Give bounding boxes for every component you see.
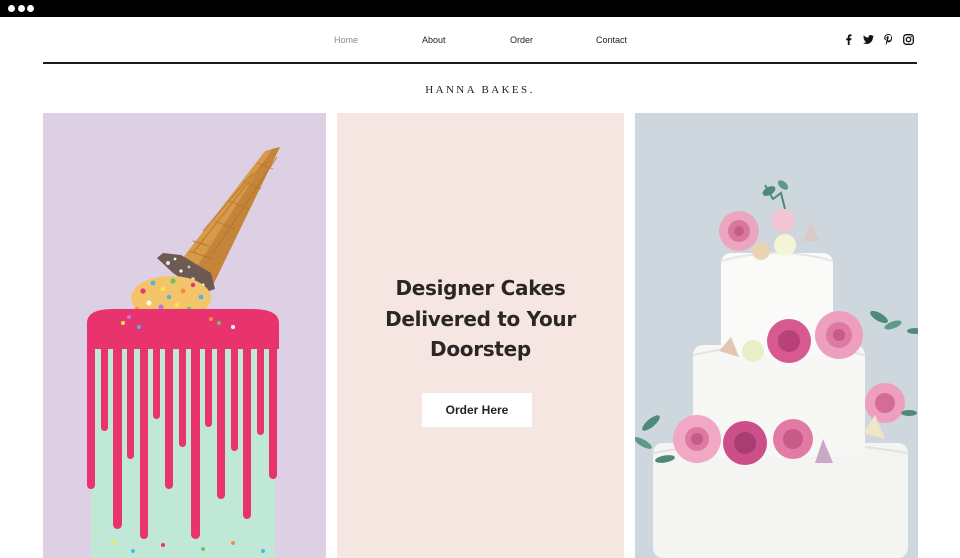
hero-panel: Designer Cakes Delivered to Your Doorste…	[337, 113, 624, 558]
nav-link-about[interactable]: About	[422, 35, 446, 45]
hero-headline-line: Designer Cakes	[395, 276, 566, 300]
hero-headline: Designer Cakes Delivered to Your Doorste…	[337, 273, 624, 365]
order-here-button[interactable]: Order Here	[422, 393, 532, 427]
window-dot-icon	[18, 5, 25, 12]
header-divider	[43, 62, 917, 64]
nav-link-home[interactable]: Home	[334, 35, 358, 45]
hero-headline-line: Doorstep	[430, 337, 531, 361]
tiered-cake-image	[635, 113, 918, 558]
window-dot-icon	[27, 5, 34, 12]
tiered-cake-illustration	[635, 180, 918, 558]
drip-cake-illustration	[87, 147, 280, 558]
nav-link-contact[interactable]: Contact	[596, 35, 627, 45]
nav-link-order[interactable]: Order	[510, 35, 533, 45]
social-links	[843, 34, 914, 45]
twitter-icon[interactable]	[863, 34, 874, 45]
facebook-icon[interactable]	[843, 34, 854, 45]
window-dot-icon	[8, 5, 15, 12]
drip-cake-image	[43, 113, 326, 558]
window-titlebar	[0, 0, 960, 17]
pinterest-icon[interactable]	[883, 34, 894, 45]
brand-name: HANNA BAKES.	[425, 84, 535, 96]
hero-headline-line: Delivered to Your	[385, 306, 576, 331]
top-navigation: Home About Order Contact	[0, 17, 960, 63]
instagram-icon[interactable]	[903, 34, 914, 45]
